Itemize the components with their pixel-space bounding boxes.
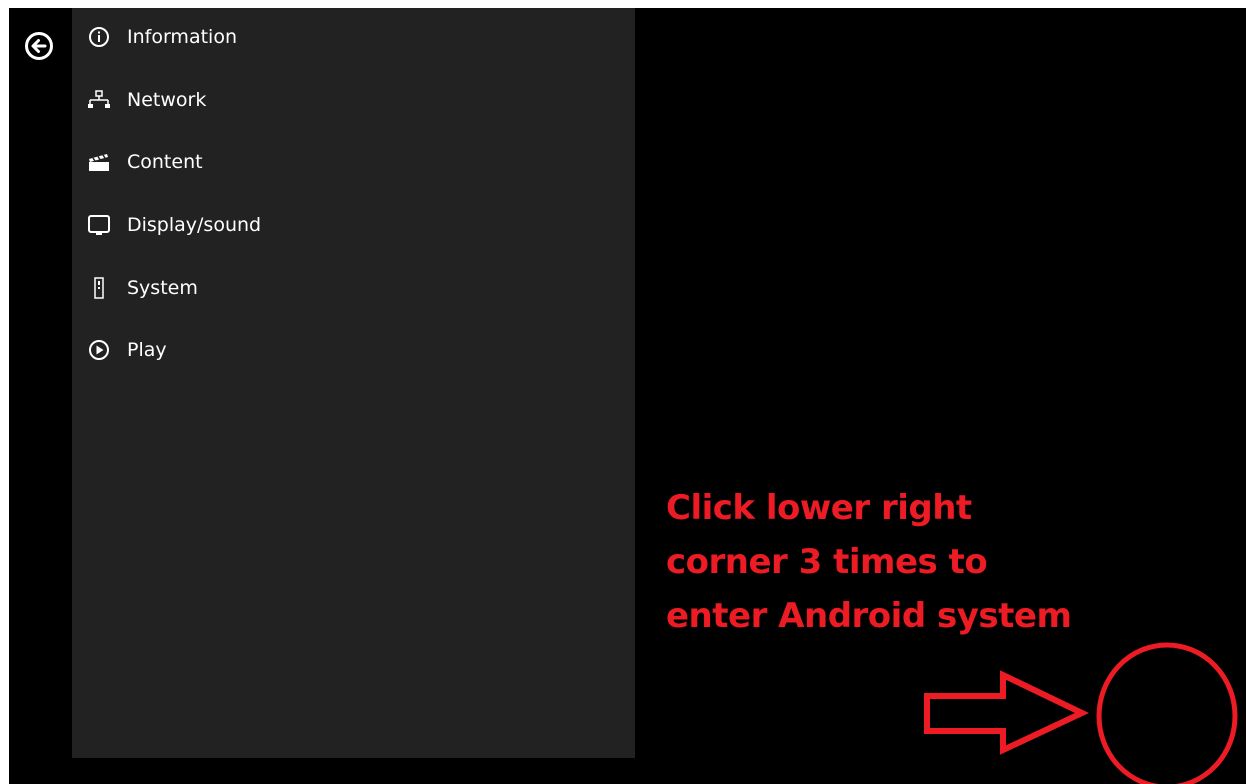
- info-icon: [87, 25, 111, 49]
- menu-item-label: Information: [127, 26, 237, 48]
- menu-item-content[interactable]: Content: [72, 140, 635, 184]
- network-icon: [87, 88, 111, 112]
- menu-item-label: System: [127, 277, 198, 299]
- menu-item-play[interactable]: Play: [72, 328, 635, 372]
- back-button[interactable]: [23, 30, 55, 62]
- menu-item-label: Network: [127, 89, 207, 111]
- play-circle-icon: [87, 338, 111, 362]
- menu-item-label: Display/sound: [127, 214, 262, 236]
- instruction-annotation: Click lower right corner 3 times to ente…: [666, 481, 1186, 643]
- monitor-icon: [87, 213, 111, 237]
- menu-item-label: Content: [127, 151, 203, 173]
- arrow-right-outline-icon: [924, 670, 1089, 755]
- menu-item-network[interactable]: Network: [72, 78, 635, 122]
- instruction-line: enter Android system: [666, 596, 1072, 636]
- menu-item-label: Play: [127, 339, 167, 361]
- settings-menu-panel: Information Network Content Display/soun…: [72, 8, 635, 758]
- lower-right-corner-tap-area[interactable]: [1179, 708, 1246, 784]
- clapperboard-icon: [87, 150, 111, 174]
- android-screen: Information Network Content Display/soun…: [9, 8, 1246, 784]
- menu-item-information[interactable]: Information: [72, 15, 635, 59]
- menu-item-display-sound[interactable]: Display/sound: [72, 203, 635, 247]
- arrow-left-circle-icon: [25, 32, 53, 60]
- instruction-line: Click lower right: [666, 488, 972, 528]
- instruction-line: corner 3 times to: [666, 542, 988, 582]
- menu-item-system[interactable]: System: [72, 266, 635, 310]
- device-icon: [87, 276, 111, 300]
